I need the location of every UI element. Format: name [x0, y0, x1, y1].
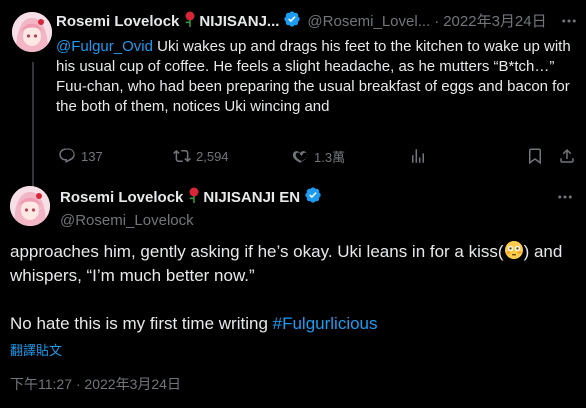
reply-tweet[interactable]: Rosemi Lovelock NIJISANJ... @Rosemi_Love… — [56, 10, 578, 117]
main-avatar[interactable] — [10, 186, 50, 226]
retweet-icon — [173, 147, 191, 165]
hashtag-link[interactable]: #Fulgurlicious — [273, 314, 378, 333]
reply-avatar[interactable] — [12, 12, 52, 52]
reply-text-line2: Fuu-chan, who had been preparing the usu… — [56, 78, 570, 115]
main-text-paragraph-2: No hate this is my first time writing #F… — [10, 312, 576, 336]
bookmark-icon — [526, 147, 544, 165]
main-name-suffix[interactable]: NIJISANJI EN — [203, 188, 300, 208]
reply-text: @Fulgur_Ovid Uki wakes up and drags his … — [56, 37, 576, 117]
main-text-segment: approaches him, gently asking if he’s ok… — [10, 242, 504, 261]
bookmark-button[interactable] — [526, 146, 544, 166]
retweet-count: 2,594 — [196, 148, 229, 164]
reply-name-suffix[interactable]: NIJISANJ... — [199, 12, 279, 32]
reply-handle[interactable]: @Rosemi_Lovel... — [307, 12, 430, 32]
reply-mention-link[interactable]: @Fulgur_Ovid — [56, 38, 153, 55]
thread-connector-line — [32, 62, 34, 190]
main-tweet-text: approaches him, gently asking if he’s ok… — [10, 240, 576, 336]
flushed-emoji-icon — [504, 240, 524, 260]
main-tweet-header: Rosemi Lovelock NIJISANJI EN @Rosemi_Lov… — [60, 186, 574, 231]
retweet-button[interactable]: 2,594 — [173, 146, 229, 166]
rose-icon — [183, 11, 197, 33]
reply-meta-row: Rosemi Lovelock NIJISANJ... @Rosemi_Love… — [56, 10, 578, 34]
verified-icon — [304, 186, 322, 210]
views-button[interactable] — [409, 146, 427, 166]
rose-icon — [187, 187, 201, 209]
main-text-segment: No hate this is my first time writing — [10, 314, 273, 333]
meta-separator: · — [434, 13, 440, 30]
main-name-row: Rosemi Lovelock NIJISANJI EN — [60, 186, 574, 210]
reply-display-name[interactable]: Rosemi Lovelock — [56, 12, 179, 32]
main-text-paragraph-1: approaches him, gently asking if he’s ok… — [10, 240, 576, 288]
reply-count: 137 — [81, 148, 103, 164]
translate-post-link[interactable]: 翻譯貼文 — [10, 340, 62, 359]
reply-date[interactable]: 2022年3月24日 — [443, 12, 546, 32]
share-icon — [558, 147, 576, 165]
verified-icon — [283, 10, 301, 34]
reply-icon — [58, 147, 76, 165]
views-icon — [409, 147, 427, 165]
main-handle[interactable]: @Rosemi_Lovelock — [60, 211, 574, 231]
like-button[interactable]: 1.3萬 — [291, 146, 345, 166]
like-icon — [291, 147, 309, 165]
share-button[interactable] — [558, 146, 576, 166]
like-count: 1.3萬 — [314, 149, 346, 165]
more-icon[interactable] — [560, 12, 578, 30]
reply-action-bar: 137 2,594 1.3萬 — [56, 146, 576, 166]
more-icon[interactable] — [556, 188, 574, 206]
reply-button[interactable]: 137 — [58, 146, 103, 166]
main-timestamp[interactable]: 下午11:27 · 2022年3月24日 — [10, 374, 181, 394]
main-display-name[interactable]: Rosemi Lovelock — [60, 188, 183, 208]
